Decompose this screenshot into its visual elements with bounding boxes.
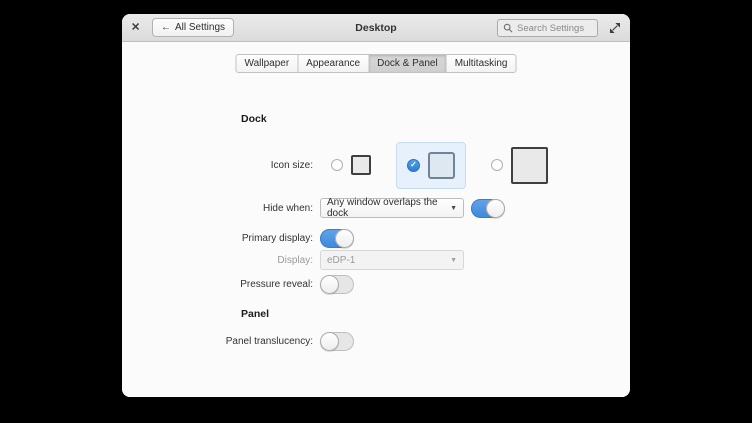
panel-section-header: Panel: [241, 308, 269, 320]
primary-display-toggle[interactable]: [320, 229, 354, 248]
settings-content: Wallpaper Appearance Dock & Panel Multit…: [122, 42, 630, 397]
search-field[interactable]: [497, 19, 598, 37]
dock-size-preview-medium: [428, 152, 455, 179]
pressure-reveal-toggle[interactable]: [320, 275, 354, 294]
tab-bar: Wallpaper Appearance Dock & Panel Multit…: [236, 54, 517, 73]
hide-when-label: Hide when:: [122, 203, 313, 214]
settings-window: ✕ ← All Settings Desktop: [122, 14, 630, 397]
dock-size-preview-small: [351, 155, 371, 175]
tab-wallpaper[interactable]: Wallpaper: [236, 54, 299, 73]
display-dropdown: eDP-1 ▼: [320, 250, 464, 270]
toggle-knob: [486, 199, 505, 218]
chevron-down-icon: ▼: [450, 257, 457, 264]
panel-translucency-label: Panel translucency:: [122, 336, 313, 347]
hide-when-dropdown[interactable]: Any window overlaps the dock ▼: [320, 198, 464, 218]
tab-dock-and-panel[interactable]: Dock & Panel: [369, 54, 447, 73]
icon-size-option-large[interactable]: [480, 137, 559, 194]
toggle-knob: [320, 275, 339, 294]
panel-translucency-toggle[interactable]: [320, 332, 354, 351]
maximize-icon[interactable]: [609, 22, 621, 34]
toggle-knob: [320, 332, 339, 351]
pressure-reveal-row: Pressure reveal:: [122, 274, 630, 294]
chevron-down-icon: ▼: [450, 205, 457, 212]
search-icon: [503, 23, 513, 33]
search-input[interactable]: [517, 23, 592, 34]
icon-size-option-small[interactable]: [320, 145, 382, 185]
toggle-knob: [335, 229, 354, 248]
panel-translucency-row: Panel translucency:: [122, 331, 630, 351]
desktop-background: ✕ ← All Settings Desktop: [0, 0, 752, 423]
radio-selected-check-icon[interactable]: ✓: [407, 159, 420, 172]
pressure-reveal-label: Pressure reveal:: [122, 279, 313, 290]
display-row: Display: eDP-1 ▼: [122, 250, 630, 270]
display-label: Display:: [122, 255, 313, 266]
icon-size-option-medium[interactable]: ✓: [396, 142, 466, 189]
radio-unselected-icon[interactable]: [491, 159, 503, 171]
icon-size-row: Icon size: ✓: [122, 140, 630, 190]
primary-display-label: Primary display:: [122, 233, 313, 244]
primary-display-row: Primary display:: [122, 228, 630, 248]
hide-when-selected-value: Any window overlaps the dock: [327, 197, 450, 219]
hide-when-toggle[interactable]: [471, 199, 505, 218]
display-selected-value: eDP-1: [327, 255, 355, 266]
icon-size-label: Icon size:: [122, 160, 313, 171]
hide-when-row: Hide when: Any window overlaps the dock …: [122, 198, 630, 218]
titlebar[interactable]: ✕ ← All Settings Desktop: [122, 14, 630, 42]
dock-size-preview-large: [511, 147, 548, 184]
radio-unselected-icon[interactable]: [331, 159, 343, 171]
tab-multitasking[interactable]: Multitasking: [447, 54, 517, 73]
tab-appearance[interactable]: Appearance: [298, 54, 369, 73]
